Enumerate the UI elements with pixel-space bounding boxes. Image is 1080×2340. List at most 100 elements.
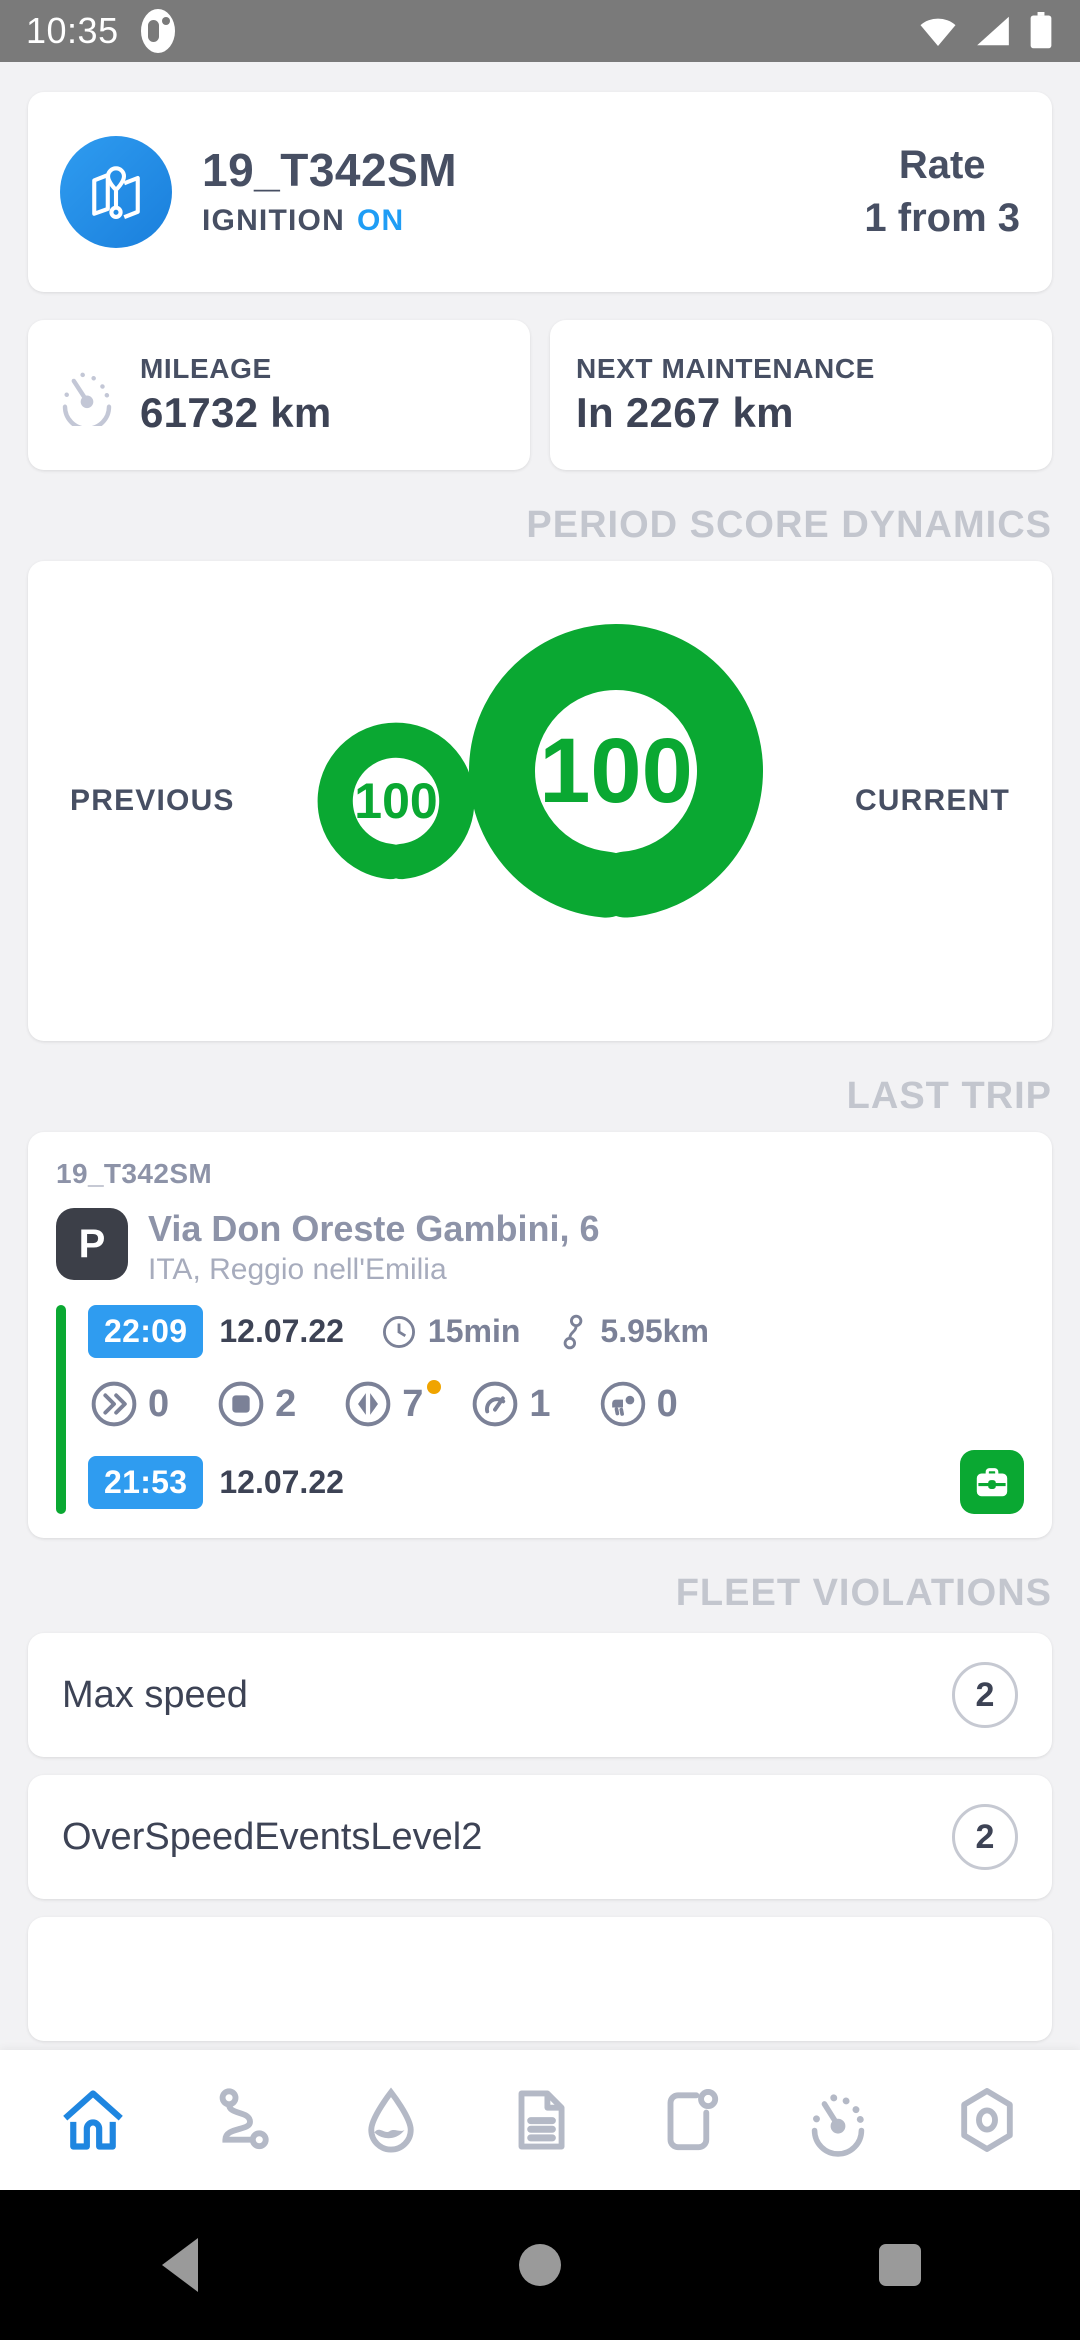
recent-apps-button[interactable] xyxy=(840,2205,960,2325)
trip-stats-row: 0 2 7 1 0 xyxy=(88,1378,1024,1430)
stat-harsh-acceleration-value: 0 xyxy=(148,1382,170,1425)
trip-city: ITA, Reggio nell'Emilia xyxy=(148,1253,447,1287)
nav-settings[interactable] xyxy=(933,2066,1041,2174)
next-maintenance-card[interactable]: NEXT MAINTENANCE In 2267 km xyxy=(550,320,1052,470)
bottom-navigation-bar xyxy=(0,2050,1080,2190)
current-score-value: 100 xyxy=(539,719,693,822)
route-icon xyxy=(219,2088,269,2150)
violation-count: 2 xyxy=(952,1662,1018,1729)
rate-value: 1 from 3 xyxy=(864,196,1020,240)
trip-start-time: 22:09 xyxy=(88,1305,204,1359)
stat-speeding-value: 1 xyxy=(529,1382,551,1425)
rate-label: Rate xyxy=(898,143,986,187)
trip-rows: 22:09 12.07.22 15min 5.95km 0 2 7 1 0 21… xyxy=(88,1305,1024,1515)
stat-harsh-braking: 2 xyxy=(215,1378,296,1430)
status-bar-time: 10:35 xyxy=(26,10,119,51)
vehicle-identity: 19_T342SM IGNITION ON xyxy=(202,146,457,238)
trip-start-date: 12.07.22 xyxy=(219,1313,344,1350)
trip-vehicle-name: 19_T342SM xyxy=(56,1158,213,1189)
trip-end-row: 21:53 12.07.22 xyxy=(88,1450,1024,1515)
period-score-card[interactable]: PREVIOUS CURRENT 100 100 xyxy=(28,561,1052,1041)
last-trip-section-title: LAST TRIP xyxy=(846,1075,1052,1117)
mileage-label: MILEAGE xyxy=(140,353,272,384)
previous-score-value: 100 xyxy=(354,773,438,829)
fleet-violations-section-title: FLEET VIOLATIONS xyxy=(675,1572,1052,1615)
maintenance-label: NEXT MAINTENANCE xyxy=(576,353,875,384)
score-rings: 100 100 xyxy=(280,601,800,1001)
back-button[interactable] xyxy=(120,2205,240,2325)
rate-block: Rate 1 from 3 xyxy=(864,143,1020,241)
trip-duration-value: 15min xyxy=(427,1313,521,1350)
violation-name: Max speed xyxy=(62,1673,248,1716)
maintenance-value: In 2267 km xyxy=(576,389,794,436)
stat-speeding: 1 xyxy=(469,1378,551,1430)
status-bar-icons xyxy=(918,12,1054,50)
stat-harsh-acceleration: 0 xyxy=(88,1378,169,1430)
violation-row-partial[interactable] xyxy=(28,1917,1052,2042)
nav-home[interactable] xyxy=(39,2066,147,2174)
speedometer-icon xyxy=(812,2094,865,2157)
vehicle-header-card[interactable]: 19_T342SM IGNITION ON Rate 1 from 3 xyxy=(28,92,1052,292)
clock-icon xyxy=(382,1315,415,1348)
nav-fuel[interactable] xyxy=(337,2066,445,2174)
harsh-braking-icon xyxy=(218,1382,264,1427)
mileage-texts: MILEAGE 61732 km xyxy=(140,353,332,437)
trip-body: 22:09 12.07.22 15min 5.95km 0 2 7 1 0 21… xyxy=(56,1305,1024,1515)
harsh-cornering-icon xyxy=(345,1382,391,1427)
recent-apps-icon xyxy=(879,2244,921,2286)
violation-name: OverSpeedEventsLevel2 xyxy=(62,1815,483,1858)
document-icon xyxy=(518,2090,565,2150)
trip-end-time: 21:53 xyxy=(88,1455,204,1509)
violation-row-overspeed-level2[interactable]: OverSpeedEventsLevel2 2 xyxy=(28,1775,1052,1900)
trip-duration: 15min xyxy=(380,1313,520,1351)
app-notification-icon xyxy=(140,9,175,53)
home-button[interactable] xyxy=(480,2205,600,2325)
speedometer-icon xyxy=(54,360,120,431)
trip-distance-value: 5.95km xyxy=(600,1313,709,1350)
nav-geofence[interactable] xyxy=(635,2066,743,2174)
stat-harsh-braking-value: 2 xyxy=(275,1382,297,1425)
mileage-card[interactable]: MILEAGE 61732 km xyxy=(28,320,530,470)
ignition-state: ON xyxy=(356,204,405,238)
violation-row-max-speed[interactable]: Max speed 2 xyxy=(28,1633,1052,1758)
metrics-row: MILEAGE 61732 km NEXT MAINTENANCE In 226… xyxy=(28,320,1052,470)
signal-icon xyxy=(977,16,1009,46)
geofence-icon xyxy=(667,2089,719,2151)
period-score-section-title: PERIOD SCORE DYNAMICS xyxy=(526,504,1052,546)
trip-end-date: 12.07.22 xyxy=(219,1463,344,1500)
stat-harsh-cornering: 7 xyxy=(342,1378,442,1430)
wifi-icon xyxy=(920,18,956,46)
nav-routes[interactable] xyxy=(188,2066,296,2174)
stat-warning-dot xyxy=(427,1380,442,1395)
stat-harsh-cornering-value: 7 xyxy=(402,1382,424,1425)
briefcase-icon[interactable] xyxy=(960,1450,1024,1515)
trip-distance: 5.95km xyxy=(556,1313,709,1351)
home-icon xyxy=(62,2090,123,2150)
home-circle-icon xyxy=(519,2244,561,2286)
map-pin-icon xyxy=(60,136,172,248)
nav-dashboard[interactable] xyxy=(784,2066,892,2174)
back-icon xyxy=(162,2238,198,2292)
battery-icon xyxy=(1030,12,1052,49)
trip-address-row: P Via Don Oreste Gambini, 6 ITA, Reggio … xyxy=(56,1208,1024,1287)
scroll-content[interactable]: 19_T342SM IGNITION ON Rate 1 from 3 MILE… xyxy=(0,62,1080,2050)
vehicle-name: 19_T342SM xyxy=(202,143,458,196)
phone-screen: 10:35 19_T342SM IGNITION ON Rate 1 from … xyxy=(0,0,1080,2340)
status-bar: 10:35 xyxy=(0,0,1080,62)
stat-idling: 0 xyxy=(597,1378,678,1430)
route-icon xyxy=(564,1314,583,1350)
ignition-label: IGNITION xyxy=(202,204,345,238)
previous-score-label: PREVIOUS xyxy=(70,784,235,817)
last-trip-card[interactable]: 19_T342SM P Via Don Oreste Gambini, 6 IT… xyxy=(28,1132,1052,1539)
violation-count: 2 xyxy=(952,1804,1018,1871)
harsh-acceleration-icon xyxy=(91,1382,137,1427)
speeding-icon xyxy=(473,1382,518,1427)
fuel-drop-icon xyxy=(368,2087,414,2153)
trip-street: Via Don Oreste Gambini, 6 xyxy=(148,1208,600,1249)
nav-documents[interactable] xyxy=(486,2066,594,2174)
settings-icon xyxy=(961,2088,1014,2152)
trip-start-row: 22:09 12.07.22 15min 5.95km xyxy=(88,1305,1024,1359)
android-navigation-bar xyxy=(0,2190,1080,2340)
idling-icon xyxy=(600,1382,645,1427)
stat-idling-value: 0 xyxy=(656,1382,678,1425)
